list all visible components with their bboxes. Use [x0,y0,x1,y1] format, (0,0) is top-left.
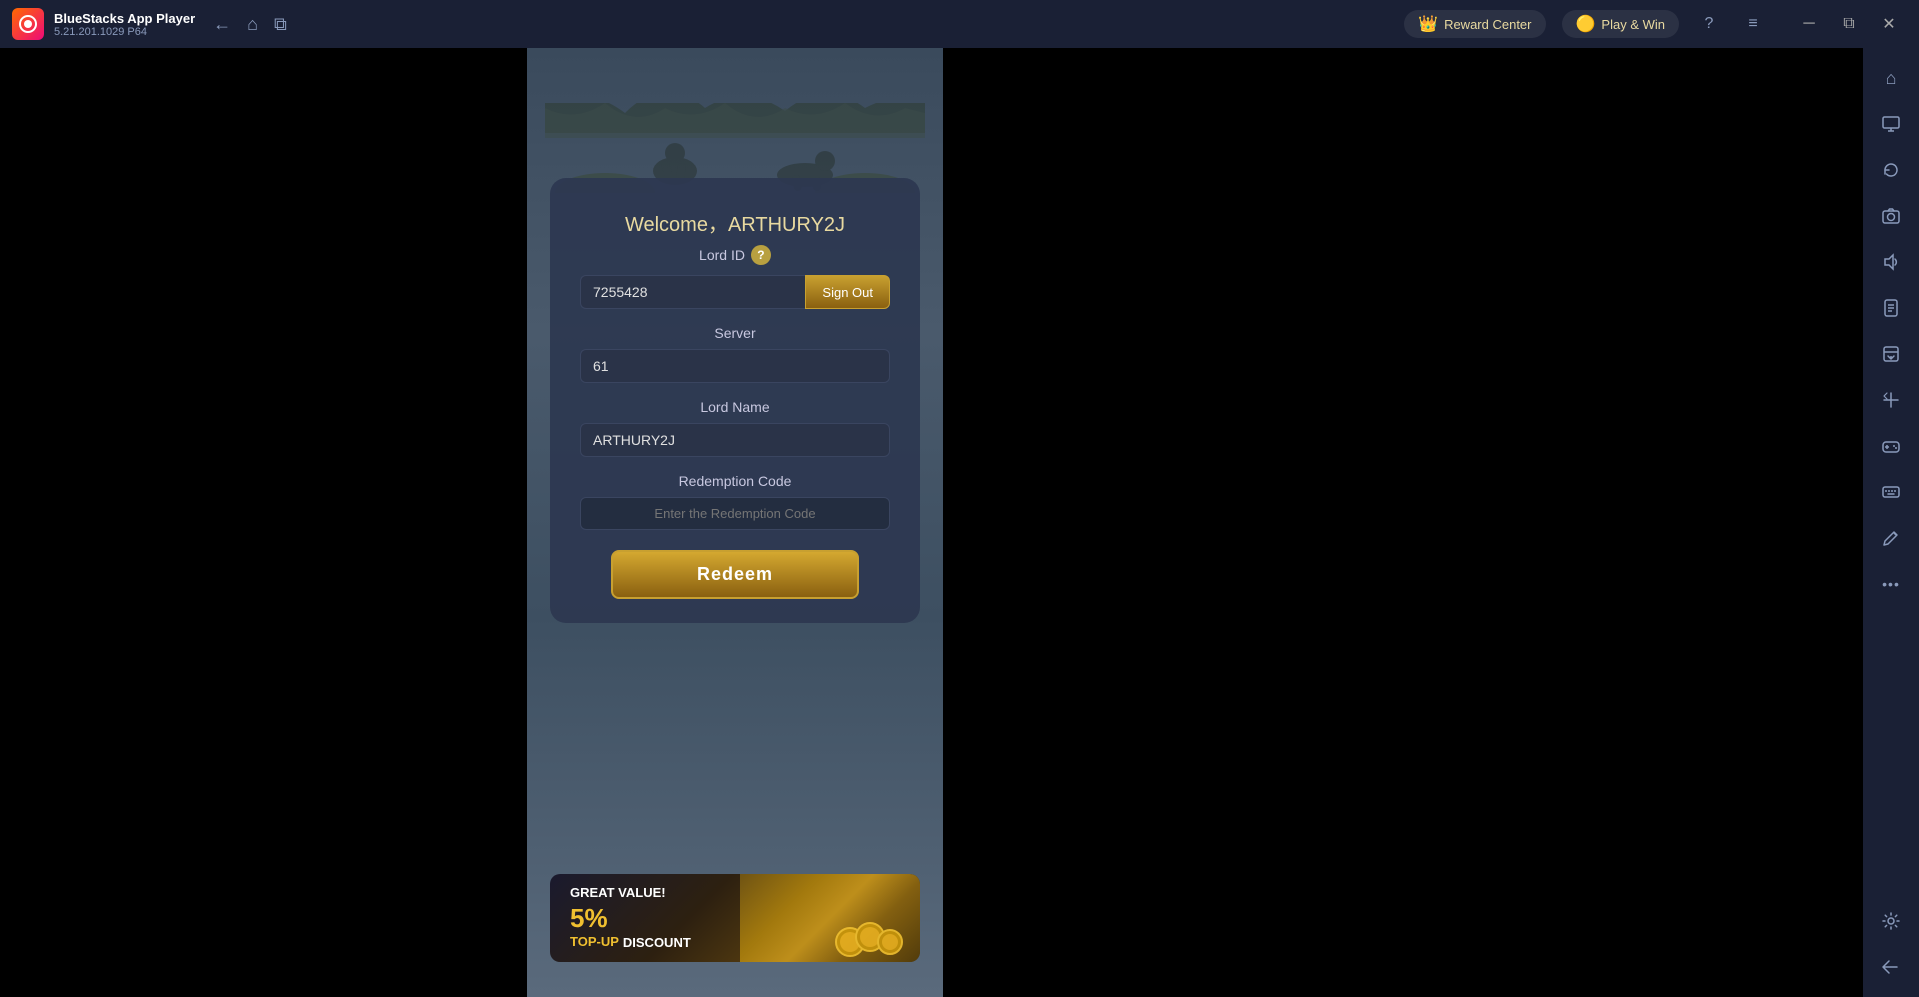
sidebar-camera-icon[interactable] [1871,196,1911,236]
redemption-code-label: Redemption Code [679,473,792,489]
lord-id-label: Lord ID [699,247,745,263]
sidebar-monitor-icon[interactable] [1871,104,1911,144]
reward-center-button[interactable]: 👑 Reward Center [1404,10,1545,38]
reward-center-icon: 👑 [1418,14,1438,34]
server-input[interactable] [580,349,890,383]
right-sidebar: ⌂ ••• [1863,48,1919,997]
redemption-code-input[interactable] [580,497,890,530]
sidebar-more-icon[interactable]: ••• [1871,564,1911,604]
banner-percent: 5% [570,903,608,934]
minimize-button[interactable]: ─ [1791,10,1827,38]
sidebar-home-icon[interactable]: ⌂ [1871,58,1911,98]
lord-id-input[interactable] [580,275,805,309]
nav-controls: ← ⌂ ⧉ [213,14,287,35]
sidebar-resize-icon[interactable] [1871,380,1911,420]
sidebar-gamepad-icon[interactable] [1871,426,1911,466]
lord-id-help-icon[interactable]: ? [751,245,771,265]
main-area: Welcome，ARTHURY2J Lord ID ? Sign Out Ser… [0,48,1919,997]
sidebar-screenshot-icon[interactable] [1871,334,1911,374]
back-button[interactable]: ← [213,14,231,35]
sidebar-volume-icon[interactable] [1871,242,1911,282]
banner-discount: DISCOUNT [623,934,691,952]
help-button[interactable]: ? [1695,10,1723,38]
game-panel: Welcome，ARTHURY2J Lord ID ? Sign Out Ser… [527,48,943,997]
redemption-modal: Welcome，ARTHURY2J Lord ID ? Sign Out Ser… [550,178,920,623]
lord-id-row: Lord ID ? [699,245,771,265]
lord-id-input-row: Sign Out [580,275,890,309]
close-button[interactable]: ✕ [1871,10,1907,38]
titlebar-right: 👑 Reward Center 🟡 Play & Win ? ≡ ─ ⧉ ✕ [1404,10,1907,38]
sidebar-apk-icon[interactable] [1871,288,1911,328]
play-win-icon: 🟡 [1576,14,1596,34]
banner-topup: TOP-UP [570,934,619,952]
menu-button[interactable]: ≡ [1739,10,1767,38]
maximize-button[interactable]: ⧉ [1831,10,1867,38]
right-panel [943,48,1919,997]
banner-great-value: GREAT VALUE! [570,884,691,902]
lord-name-input[interactable] [580,423,890,457]
app-logo [12,8,44,40]
app-version: 5.21.201.1029 P64 [54,26,195,38]
sidebar-edit-icon[interactable] [1871,518,1911,558]
sign-out-button[interactable]: Sign Out [805,275,890,309]
server-label: Server [714,325,755,341]
titlebar: BlueStacks App Player 5.21.201.1029 P64 … [0,0,1919,48]
redeem-button[interactable]: Redeem [611,550,859,599]
window-controls: ─ ⧉ ✕ [1791,10,1907,38]
left-panel [0,48,527,997]
welcome-title: Welcome，ARTHURY2J [625,208,845,237]
lord-name-label: Lord Name [700,399,769,415]
play-win-button[interactable]: 🟡 Play & Win [1562,10,1680,38]
home-button[interactable]: ⌂ [247,14,258,35]
sidebar-keyboard-icon[interactable] [1871,472,1911,512]
app-name: BlueStacks App Player [54,11,195,26]
tab-button[interactable]: ⧉ [274,14,287,35]
reward-center-label: Reward Center [1444,17,1531,32]
promo-banner[interactable]: GREAT VALUE! 5% TOP-UP DISCOUNT [550,874,920,962]
play-win-label: Play & Win [1601,17,1665,32]
sidebar-rotate-icon[interactable] [1871,150,1911,190]
sidebar-back-icon[interactable] [1871,947,1911,987]
sidebar-settings-icon[interactable] [1871,901,1911,941]
